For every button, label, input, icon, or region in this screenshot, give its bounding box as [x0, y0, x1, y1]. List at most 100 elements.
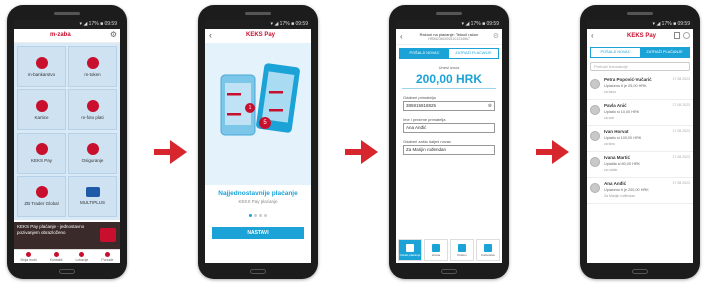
umbrella-icon [86, 143, 99, 155]
earpiece [627, 12, 653, 15]
avatar [590, 105, 600, 115]
avatar [590, 183, 600, 193]
arrow-right-icon [536, 140, 569, 164]
banner-text: KEKS Pay plaćanje - jednostavno pozivanj… [17, 224, 85, 235]
transaction-row[interactable]: Ivan Horvat Uplatio si 100,00 HRK za kin… [587, 126, 693, 152]
name-label: Ime i prezime primatelja [403, 117, 446, 122]
tile-label: Osiguranje [81, 158, 104, 163]
phones-illustration [220, 63, 300, 136]
recipient-label: Odaberi primatelja [403, 95, 436, 100]
page-dot [264, 214, 267, 217]
category-home[interactable]: Kućanstvo [476, 239, 500, 261]
search-input[interactable]: Pretraži transakcije [590, 62, 690, 71]
phone-onboarding: ▾ ◢ 17% ■ 09:59 ‹ KEKS Pay 1 5 Najjednos… [198, 5, 318, 279]
page-dot [254, 214, 257, 217]
other-icon [406, 243, 414, 252]
tile-mfoto-plati[interactable]: m-foto plati [68, 89, 117, 131]
nav-label: Ponude [101, 257, 114, 262]
home-button[interactable] [59, 269, 75, 274]
screen: ▾ ◢ 17% ■ 09:59 m-zaba ⚙ m-bankarstvo m-… [14, 20, 120, 263]
nav-item-locations[interactable]: Lokacije [75, 251, 88, 262]
transaction-desc: Uplatila si 80,00 HRK [604, 162, 641, 166]
category-label: Kućanstvo [480, 252, 495, 257]
tile-kartice[interactable]: Kartice [17, 89, 66, 131]
nav-item-home[interactable]: Moja mobi [21, 251, 37, 262]
tile-mbankarstvo[interactable]: m-bankarstvo [17, 46, 66, 87]
transaction-desc: Uplaćeno ti je 200,00 HRK [604, 188, 649, 192]
transaction-list: Petra Popović-Vučarić Uplaćeno ti je 25,… [587, 74, 693, 204]
transaction-date: 17.08.2023 [672, 129, 690, 133]
home-button[interactable] [632, 269, 648, 274]
tab-send-money[interactable]: POŠALJI NOVAC [591, 48, 640, 57]
menu-grid: m-bankarstvo m-token Kartice m-foto plat… [14, 43, 120, 220]
gear-icon[interactable]: ⚙ [110, 30, 117, 39]
badge-step-5: 5 [259, 117, 271, 129]
page-indicator [205, 214, 311, 217]
name-field[interactable]: Ana Anđić [403, 123, 495, 133]
tab-send-money[interactable]: POŠALJI NOVAC [400, 49, 449, 58]
transaction-date: 17.08.2023 [672, 155, 690, 159]
tile-mtoken[interactable]: m-token [68, 46, 117, 87]
status-bar: ▾ ◢ 17% ■ 09:59 [14, 20, 120, 29]
tile-osiguranje[interactable]: Osiguranje [68, 132, 117, 174]
tab-request-payment[interactable]: ZATRAŽI PLAĆANJE [640, 48, 689, 57]
tile-zb-trader[interactable]: ZB Trader Global [17, 175, 66, 217]
promo-banner[interactable]: KEKS Pay plaćanje - jednostavno pozivanj… [14, 222, 120, 249]
amount-input[interactable]: 200,00 HRK [396, 72, 502, 86]
onboarding-subtitle: KEKS Pay plaćanje [238, 199, 278, 204]
back-arrow-icon[interactable]: ‹ [591, 31, 594, 40]
app-logo: KEKS Pay [627, 33, 657, 39]
banner-badge [100, 228, 116, 242]
category-label: Ostalo plaćanje [399, 252, 421, 257]
reason-label: Odaberi zašto šalješ novac [403, 139, 452, 144]
category-icons: Ostalo plaćanje Hrana Poklon Kućanstvo [398, 239, 500, 261]
tile-label: m-bankarstvo [27, 71, 56, 77]
category-gift[interactable]: Poklon [450, 239, 474, 261]
back-arrow-icon[interactable]: ‹ [209, 30, 212, 40]
stage: ▾ ◢ 17% ■ 09:59 m-zaba ⚙ m-bankarstvo m-… [0, 0, 707, 283]
reason-value: Za Marijin rođendan [406, 147, 447, 152]
category-food[interactable]: Hrana [424, 239, 448, 261]
transaction-note: Za Marijin rođendan [604, 194, 636, 198]
nav-item-contacts[interactable]: Kontakti [50, 251, 62, 262]
screen: ▾ ◢ 17% ■ 09:59 ‹ KEKS Pay 1 5 Najjednos… [205, 20, 311, 263]
transaction-row[interactable]: Petra Popović-Vučarić Uplaćeno ti je 25,… [587, 74, 693, 100]
trader-icon [35, 186, 48, 199]
transaction-row[interactable]: Ivana Martić Uplatila si 80,00 HRK za ru… [587, 152, 693, 178]
screen: ▾ ◢ 17% ■ 09:59 ‹ Računi na plaćanje: Te… [396, 20, 502, 263]
transaction-note: za sok [604, 116, 615, 120]
page-dot [249, 214, 252, 217]
continue-button[interactable]: NASTAVI [212, 227, 304, 239]
back-arrow-icon[interactable]: ‹ [400, 32, 403, 41]
transaction-row[interactable]: Pavla Anić Uplatio si 10,00 HRK za sok 1… [587, 100, 693, 126]
app-logo: m-zaba [50, 32, 71, 38]
gear-icon[interactable]: ⚙ [493, 32, 499, 40]
category-other[interactable]: Ostalo plaćanje [398, 239, 422, 261]
multiplus-icon [85, 187, 100, 198]
home-button[interactable] [250, 269, 266, 274]
transaction-note: za kavu [604, 90, 617, 94]
document-icon[interactable] [674, 32, 680, 39]
card-icon [35, 99, 48, 112]
earpiece [54, 12, 80, 15]
reason-field[interactable]: Za Marijin rođendan [403, 145, 495, 155]
transaction-desc: Uplaćeno ti je 25,00 HRK [604, 84, 647, 88]
transaction-row[interactable]: Ana Anđić Uplaćeno ti je 200,00 HRK Za M… [587, 178, 693, 204]
status-bar: ▾ ◢ 17% ■ 09:59 [205, 20, 311, 29]
tile-multiplus[interactable]: MULTIPLUS [68, 175, 117, 217]
onboarding-title: Najjednostavnije plaćanje [218, 190, 298, 197]
recipient-field[interactable]: 385915818825 ⊗ [403, 101, 495, 111]
home-button[interactable] [441, 269, 457, 274]
phone-main-menu: ▾ ◢ 17% ■ 09:59 m-zaba ⚙ m-bankarstvo m-… [7, 5, 127, 279]
clear-icon[interactable]: ⊗ [488, 102, 492, 110]
app-header: ‹ KEKS Pay [587, 29, 693, 44]
home-icon [26, 251, 32, 257]
settings-icon[interactable] [683, 32, 690, 39]
tabs: POŠALJI NOVAC ZATRAŽI PLAĆANJE [590, 47, 690, 58]
avatar [590, 79, 600, 89]
nav-item-offers[interactable]: Ponude [101, 251, 114, 262]
tab-request-payment[interactable]: ZATRAŽI PLAĆANJE [449, 49, 498, 58]
tile-keks-pay[interactable]: KEKS Pay [17, 132, 66, 174]
offers-icon [104, 251, 110, 257]
token-icon [86, 56, 99, 69]
